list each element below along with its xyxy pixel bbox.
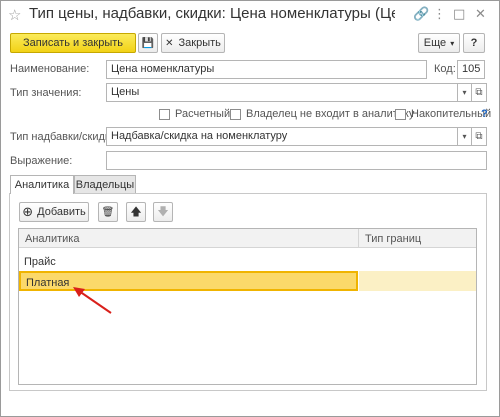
cumulative-checkbox[interactable] xyxy=(395,109,406,120)
tab-owners-label: Владельцы xyxy=(75,179,135,191)
name-label: Наименование: xyxy=(10,63,90,75)
more-button[interactable]: Еще ▾ xyxy=(418,33,460,53)
code-input[interactable]: 105 xyxy=(457,60,485,79)
close-label: Закрыть xyxy=(178,37,221,49)
owner-not-in-analytics-checkbox[interactable] xyxy=(230,109,241,120)
move-up-button[interactable]: 🡅 xyxy=(126,202,146,222)
value-type-input[interactable]: Цены xyxy=(106,83,458,102)
surcharge-type-dropdown-icon[interactable]: ▾ xyxy=(457,127,472,146)
code-label: Код: xyxy=(434,63,456,75)
save-button[interactable]: 💾 xyxy=(138,33,158,53)
row-boundary-type-cell xyxy=(359,252,476,272)
tab-owners[interactable]: Владельцы xyxy=(74,175,136,194)
delete-button[interactable]: 🗑 xyxy=(98,202,118,222)
expression-label: Выражение: xyxy=(10,155,73,167)
link-icon[interactable]: 🔗 xyxy=(413,7,429,22)
row-analytics-cell: Прайс xyxy=(24,256,56,268)
row-boundary-type-cell xyxy=(359,271,476,291)
add-button[interactable]: ⊕ Добавить xyxy=(19,202,89,222)
save-icon: 💾 xyxy=(141,37,155,49)
help-button[interactable]: ? xyxy=(463,33,485,53)
cumulative-help-icon[interactable]: ? xyxy=(481,108,488,120)
annotation-arrow-icon xyxy=(73,287,112,314)
close-button[interactable]: ✕ Закрыть xyxy=(161,33,225,53)
more-label: Еще xyxy=(423,37,447,49)
help-icon: ? xyxy=(470,37,478,49)
computed-label: Расчетный xyxy=(175,108,231,120)
menu-dots-icon[interactable]: ⋮ xyxy=(433,7,446,22)
add-label: Добавить xyxy=(37,206,86,218)
save-and-close-button[interactable]: Записать и закрыть xyxy=(10,33,136,53)
surcharge-type-label: Тип надбавки/скидки: xyxy=(10,131,119,143)
add-icon: ⊕ xyxy=(22,204,34,220)
title-bar: ☆ Тип цены, надбавки, скидки: Цена номен… xyxy=(1,1,499,29)
maximize-icon[interactable]: □ xyxy=(453,7,465,22)
cumulative-label: Накопительный xyxy=(411,108,492,120)
document-window: ☆ Тип цены, надбавки, скидки: Цена номен… xyxy=(0,0,500,417)
arrow-down-icon: 🡇 xyxy=(157,204,169,218)
arrow-up-icon: 🡅 xyxy=(130,204,142,218)
surcharge-type-open-icon[interactable]: ⧉ xyxy=(471,127,487,146)
favorite-star-icon[interactable]: ☆ xyxy=(8,6,21,24)
expression-input[interactable] xyxy=(106,151,487,170)
name-input[interactable]: Цена номенклатуры xyxy=(106,60,427,79)
computed-checkbox[interactable] xyxy=(159,109,170,120)
column-header-analytics[interactable]: Аналитика xyxy=(19,229,359,248)
surcharge-type-input[interactable]: Надбавка/скидка на номенклатуру xyxy=(106,127,458,146)
close-icon: ✕ xyxy=(165,37,174,49)
save-and-close-label: Записать и закрыть xyxy=(22,37,124,49)
owner-not-in-analytics-label: Владелец не входит в аналитику xyxy=(246,108,415,120)
table-row[interactable]: Прайс xyxy=(19,252,476,272)
value-type-label: Тип значения: xyxy=(10,87,82,99)
close-window-icon[interactable]: ✕ xyxy=(475,7,486,22)
column-header-boundary-type[interactable]: Тип границ xyxy=(359,229,476,248)
tab-analytics[interactable]: Аналитика xyxy=(10,175,74,194)
chevron-down-icon: ▾ xyxy=(450,38,455,48)
value-type-dropdown-icon[interactable]: ▾ xyxy=(457,83,472,102)
trash-icon: 🗑 xyxy=(101,206,115,218)
tab-analytics-label: Аналитика xyxy=(14,179,70,191)
value-type-open-icon[interactable]: ⧉ xyxy=(471,83,487,102)
move-down-button[interactable]: 🡇 xyxy=(153,202,173,222)
window-title: Тип цены, надбавки, скидки: Цена номенкл… xyxy=(29,5,395,22)
